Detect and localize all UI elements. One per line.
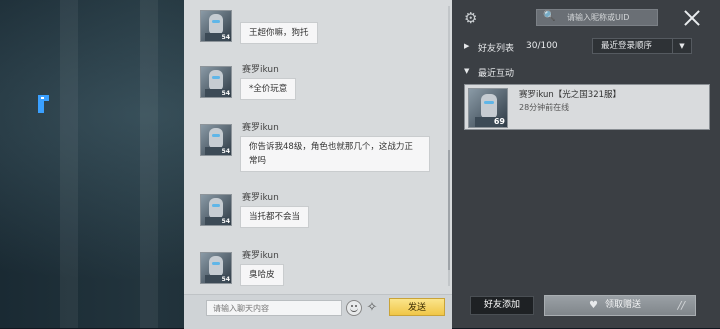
avatar[interactable]: 54 (200, 124, 232, 156)
sort-dropdown[interactable]: 最近登录顺序 ▼ (592, 38, 692, 54)
sender-name: 赛罗ikun (242, 123, 279, 133)
add-friend-button[interactable]: 好友添加 (470, 296, 534, 315)
sort-selected: 最近登录顺序 (601, 41, 653, 51)
message-bubble: 当托都不会当 (240, 206, 310, 228)
avatar-level: 69 (493, 117, 505, 126)
background-pillar (140, 0, 158, 328)
friends-topbar: ⚙ 🔍 请输入昵称或UID (452, 0, 720, 34)
stripe-decoration-icon: // (677, 299, 685, 312)
friend-card[interactable]: 69 赛罗ikun【光之国321服】 28分钟前在线 (464, 84, 710, 130)
chat-input-bar: ✧ 发送 (184, 294, 452, 329)
expand-arrow-icon: ▶ (464, 42, 470, 50)
friends-panel: ⚙ 🔍 请输入昵称或UID ▶ 好友列表 30/100 最近登录顺序 ▼ ▼ 最… (452, 0, 720, 328)
sticker-icon[interactable]: ✧ (364, 299, 380, 316)
emoji-icon[interactable] (346, 300, 362, 316)
avatar[interactable]: 54 (200, 252, 232, 284)
avatar-level: 54 (221, 34, 230, 41)
sender-name: 赛罗ikun (242, 193, 279, 203)
claim-gift-button[interactable]: ♥ 领取赠送 // (544, 295, 696, 316)
message-bubble: *全价玩意 (240, 78, 297, 100)
message-bubble: 臭哈皮 (240, 264, 284, 286)
avatar[interactable]: 69 (468, 88, 508, 128)
recent-label: 最近互动 (478, 69, 515, 79)
message-bubble: 你告诉我48级，角色也就那几个，这战力正常吗 (240, 136, 430, 172)
gear-icon[interactable]: ⚙ (464, 10, 480, 26)
sender-name: 赛罗ikun (242, 65, 279, 75)
collapse-arrow-icon: ▼ (464, 67, 470, 75)
friend-count: 30/100 (526, 41, 558, 51)
claim-gift-label: 领取赠送 (605, 300, 642, 310)
sender-name: 赛罗ikun (242, 251, 279, 261)
search-icon: 🔍 (543, 11, 556, 22)
avatar-level: 54 (221, 218, 230, 225)
friend-online-status: 28分钟前在线 (519, 103, 570, 112)
chevron-down-icon: ▼ (672, 39, 691, 53)
message-bubble: 王超你嘛，狗托 (240, 22, 318, 44)
game-logo-icon (38, 95, 49, 113)
background-pillar (60, 0, 78, 328)
search-placeholder: 请输入昵称或UID (567, 13, 630, 22)
avatar-level: 54 (221, 276, 230, 283)
avatar[interactable]: 54 (200, 66, 232, 98)
close-icon[interactable] (682, 8, 702, 28)
avatar-level: 54 (221, 148, 230, 155)
friend-list-label: 好友列表 (478, 44, 515, 54)
search-input[interactable]: 🔍 请输入昵称或UID (536, 9, 658, 26)
avatar[interactable]: 54 (200, 10, 232, 42)
chat-scrollbar-thumb[interactable] (448, 150, 450, 270)
chat-panel: 54 王超你嘛，狗托 54 赛罗ikun *全价玩意 54 赛罗ikun 你告诉… (184, 0, 452, 329)
chat-input[interactable] (206, 300, 342, 316)
friend-name: 赛罗ikun【光之国321服】 (519, 90, 622, 100)
heart-icon: ♥ (589, 300, 598, 311)
avatar[interactable]: 54 (200, 194, 232, 226)
avatar-level: 54 (221, 90, 230, 97)
send-button[interactable]: 发送 (389, 298, 445, 316)
